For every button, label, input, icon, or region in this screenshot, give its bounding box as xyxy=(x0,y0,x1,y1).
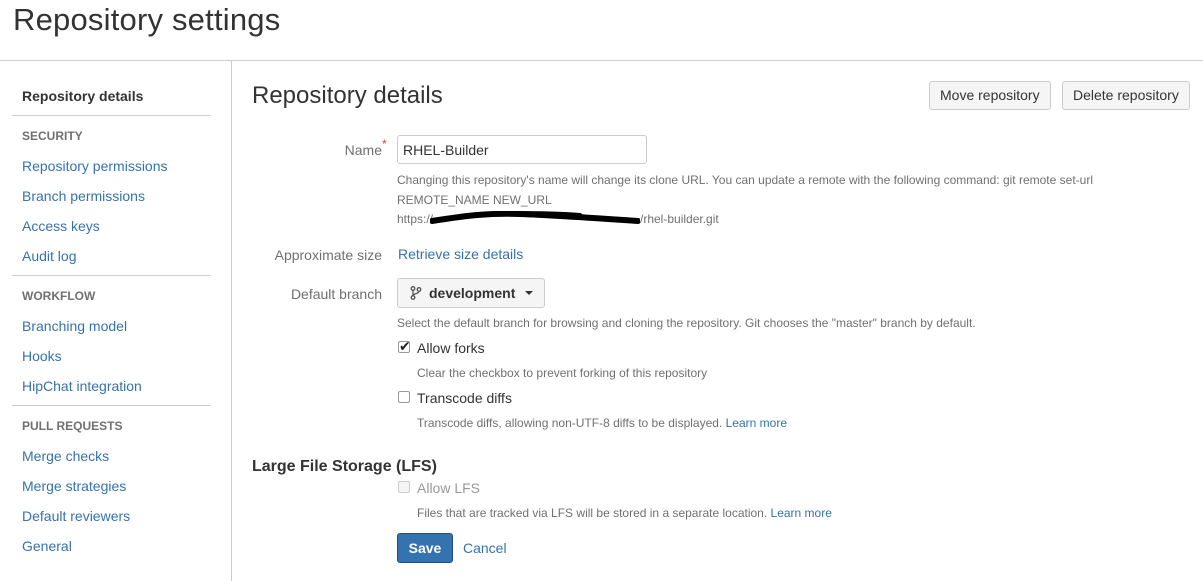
repository-name-input[interactable] xyxy=(397,135,647,164)
lfs-help-text: Files that are tracked via LFS will be s… xyxy=(417,506,768,520)
clone-url-prefix: https:// xyxy=(397,212,434,226)
name-label: Name xyxy=(344,142,382,158)
default-branch-help: Select the default branch for browsing a… xyxy=(397,316,976,330)
allow-forks-checkbox[interactable]: ✔ xyxy=(398,338,411,354)
transcode-diffs-checkbox[interactable] xyxy=(398,391,410,403)
transcode-help-text: Transcode diffs, allowing non-UTF-8 diff… xyxy=(417,416,723,430)
allow-forks-label[interactable]: Allow forks xyxy=(417,340,485,356)
save-button[interactable]: Save xyxy=(397,533,453,563)
transcode-diffs-help: Transcode diffs, allowing non-UTF-8 diff… xyxy=(417,416,787,430)
sidebar-divider-line xyxy=(12,405,211,406)
sidebar-item-audit-log[interactable]: Audit log xyxy=(22,248,76,264)
sidebar-item-merge-strategies[interactable]: Merge strategies xyxy=(22,478,126,494)
chevron-down-icon xyxy=(525,291,533,295)
sidebar-heading-security: SECURITY xyxy=(22,129,83,143)
sidebar-item-merge-checks[interactable]: Merge checks xyxy=(22,448,109,464)
delete-repository-button[interactable]: Delete repository xyxy=(1062,81,1190,110)
required-marker: * xyxy=(382,137,387,151)
name-help-text: Changing this repository's name will cha… xyxy=(397,173,1093,187)
allow-forks-help: Clear the checkbox to prevent forking of… xyxy=(417,366,708,380)
default-branch-select[interactable]: development xyxy=(397,278,545,308)
page-title: Repository settings xyxy=(13,2,281,37)
retrieve-size-link[interactable]: Retrieve size details xyxy=(398,246,523,262)
sidebar-item-branching-model[interactable]: Branching model xyxy=(22,318,127,334)
sidebar-item-general[interactable]: General xyxy=(22,538,72,554)
transcode-learn-more-link[interactable]: Learn more xyxy=(726,416,787,430)
lfs-learn-more-link[interactable]: Learn more xyxy=(771,506,832,520)
sidebar-item-hipchat-integration[interactable]: HipChat integration xyxy=(22,378,142,394)
redaction-mark xyxy=(430,211,640,224)
branch-icon xyxy=(410,286,422,300)
allow-lfs-checkbox xyxy=(398,481,410,493)
name-help-command: REMOTE_NAME NEW_URL xyxy=(397,193,552,207)
transcode-diffs-label[interactable]: Transcode diffs xyxy=(417,390,512,406)
cancel-link[interactable]: Cancel xyxy=(463,540,507,556)
header-divider xyxy=(0,60,1203,61)
sidebar-heading-pull-requests: PULL REQUESTS xyxy=(22,419,123,433)
move-repository-button[interactable]: Move repository xyxy=(929,81,1051,110)
lfs-section-title: Large File Storage (LFS) xyxy=(252,458,437,475)
size-label: Approximate size xyxy=(274,247,382,263)
lfs-help: Files that are tracked via LFS will be s… xyxy=(417,506,832,520)
sidebar-divider-line xyxy=(12,275,211,276)
sidebar-item-hooks[interactable]: Hooks xyxy=(22,348,62,364)
checkmark-icon: ✔ xyxy=(399,338,411,354)
clone-url-suffix: /rhel-builder.git xyxy=(640,212,719,226)
sidebar-item-access-keys[interactable]: Access keys xyxy=(22,218,100,234)
default-branch-label: Default branch xyxy=(290,286,382,302)
sidebar-item-branch-permissions[interactable]: Branch permissions xyxy=(22,188,145,204)
sidebar-divider-line xyxy=(12,115,211,116)
sidebar-divider xyxy=(231,61,232,581)
default-branch-value: development xyxy=(429,285,516,301)
sidebar-heading-workflow: WORKFLOW xyxy=(22,289,96,303)
sidebar-item-repository-permissions[interactable]: Repository permissions xyxy=(22,158,168,174)
sidebar-item-default-reviewers[interactable]: Default reviewers xyxy=(22,508,130,524)
allow-lfs-label: Allow LFS xyxy=(417,480,481,496)
sidebar-item-repository-details[interactable]: Repository details xyxy=(22,88,143,104)
section-title: Repository details xyxy=(252,82,443,109)
